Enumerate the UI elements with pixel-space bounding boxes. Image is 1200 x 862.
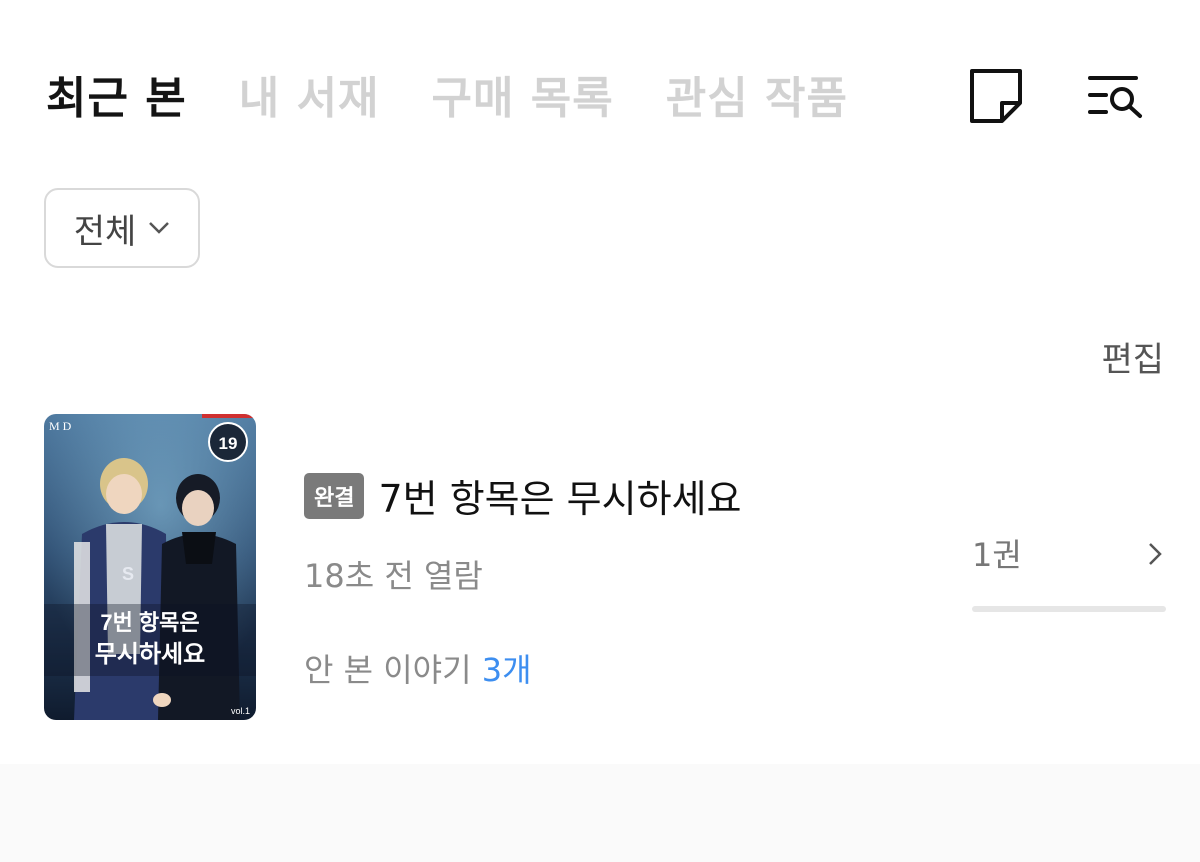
unread-count: 3개: [481, 651, 532, 689]
cover-volume-mark: vol.1: [231, 706, 250, 716]
tab-purchases[interactable]: 구매 목록: [432, 62, 614, 126]
unread-label: 안 본 이야기: [304, 651, 472, 689]
svg-text:S: S: [122, 564, 134, 584]
volume-progress[interactable]: 1권: [972, 530, 1166, 612]
item-info: 완결 7번 항목은 무시하세요 18초 전 열람 안 본 이야기 3개: [304, 468, 741, 691]
library-tabs: 최근 본 내 서재 구매 목록 관심 작품: [46, 62, 900, 126]
tab-recent[interactable]: 최근 본: [46, 62, 187, 126]
publisher-mark: M D: [49, 419, 72, 433]
title-line: 완결 7번 항목은 무시하세요: [304, 468, 741, 523]
memo-button[interactable]: [966, 66, 1026, 126]
cover-title-line1: 7번 항목은: [100, 610, 199, 635]
unread-info: 안 본 이야기 3개: [304, 645, 741, 691]
edit-button[interactable]: 편집: [1101, 332, 1164, 381]
top-navigation: 최근 본 내 서재 구매 목록 관심 작품: [0, 0, 1200, 190]
list-item[interactable]: S 7번 항목은 무시하세요 19 M D vol.1 완결 7번 항목은 무시…: [0, 412, 1200, 724]
reading-progress-bar: [972, 606, 1166, 612]
status-badge: 완결: [304, 472, 365, 519]
cover-title-line2: 무시하세요: [95, 641, 205, 668]
tab-my-library[interactable]: 내 서재: [239, 62, 380, 126]
last-viewed: 18초 전 열람: [304, 557, 483, 595]
item-title: 7번 항목은 무시하세요: [378, 477, 742, 521]
volume-label: 1권: [972, 536, 1022, 574]
memo-icon: [970, 69, 1022, 123]
tab-favorites[interactable]: 관심 작품: [666, 62, 848, 126]
age-rating-badge: 19: [219, 434, 238, 453]
filter-dropdown[interactable]: 전체: [44, 188, 200, 268]
filter-label: 전체: [73, 211, 137, 252]
chevron-right-icon: [1149, 543, 1162, 565]
chevron-down-icon: [149, 222, 170, 234]
bottom-empty-area: [0, 764, 1200, 862]
search-list-button[interactable]: [1086, 66, 1146, 126]
book-cover: S 7번 항목은 무시하세요 19 M D vol.1: [44, 414, 256, 720]
list-search-icon: [1088, 76, 1142, 118]
